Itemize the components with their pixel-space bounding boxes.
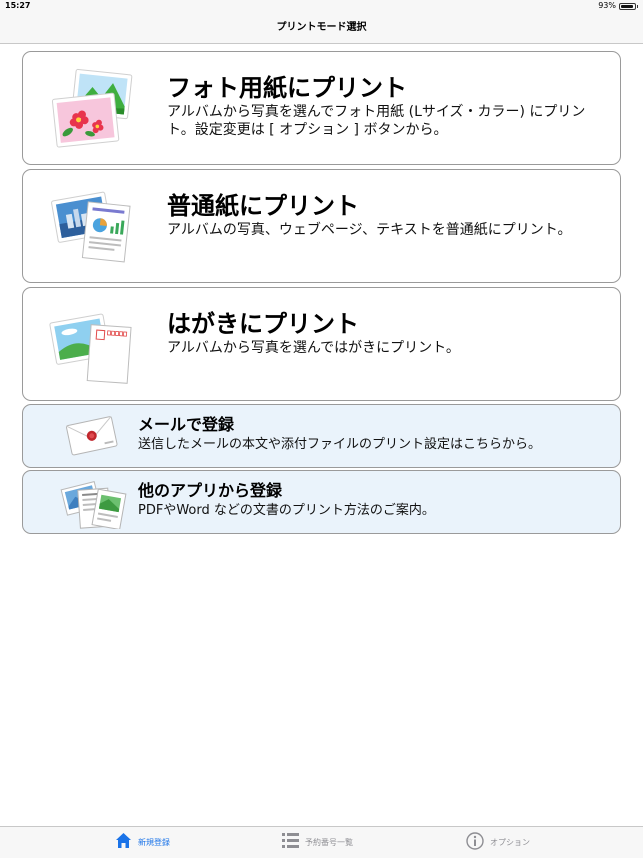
photo-paper-print-button[interactable]: フォト用紙にプリント アルバムから写真を選んでフォト用紙 (Lサイズ・カラー) … (22, 51, 621, 165)
tab-bar: 新規登録 予約番号一覧 オプション (0, 826, 643, 858)
status-bar: 15:27 93% (0, 0, 643, 12)
card-description: アルバムから写真を選んではがきにプリント。 (167, 340, 460, 356)
card-title: 他のアプリから登録 (138, 481, 283, 500)
tab-label: 予約番号一覧 (305, 838, 353, 847)
documents-icon (55, 477, 129, 531)
info-icon (466, 831, 484, 854)
card-title: はがきにプリント (167, 310, 359, 338)
card-description: PDFやWord などの文書のプリント方法のご案内。 (138, 503, 435, 518)
battery-tip (637, 4, 638, 8)
tab-label: 新規登録 (138, 838, 170, 847)
photo-paper-icon (49, 68, 135, 150)
battery-icon (619, 2, 636, 10)
tab-new-register[interactable]: 新規登録 (115, 827, 170, 858)
card-description: 送信したメールの本文や添付ファイルのプリント設定はこちらから。 (138, 437, 542, 452)
status-time: 15:27 (5, 1, 31, 10)
plain-paper-print-button[interactable]: 普通紙にプリント アルバムの写真、ウェブページ、テキストを普通紙にプリント。 (22, 169, 621, 283)
mail-envelope-icon (55, 411, 129, 463)
tab-label: オプション (490, 838, 530, 847)
battery-percentage: 93% (598, 1, 616, 10)
battery-fill (621, 4, 634, 8)
tab-reservation-list[interactable]: 予約番号一覧 (282, 827, 353, 858)
card-title: フォト用紙にプリント (167, 74, 407, 102)
tab-options[interactable]: オプション (466, 827, 530, 858)
card-title: メールで登録 (138, 415, 235, 434)
plain-paper-icon (49, 186, 135, 268)
postcard-icon (49, 304, 135, 386)
card-description: アルバムの写真、ウェブページ、テキストを普通紙にプリント。 (167, 222, 572, 238)
navigation-bar: プリントモード選択 (0, 12, 643, 44)
list-icon (282, 832, 299, 853)
postcard-print-button[interactable]: はがきにプリント アルバムから写真を選んではがきにプリント。 (22, 287, 621, 401)
card-title: 普通紙にプリント (167, 192, 359, 220)
card-description: アルバムから写真を選んでフォト用紙 (Lサイズ・カラー) にプリント。設定変更は… (167, 104, 586, 138)
home-icon (115, 832, 132, 853)
page-title: プリントモード選択 (276, 22, 367, 33)
other-apps-register-button[interactable]: 他のアプリから登録 PDFやWord などの文書のプリント方法のご案内。 (22, 470, 621, 534)
status-right: 93% (598, 0, 638, 12)
mail-register-button[interactable]: メールで登録 送信したメールの本文や添付ファイルのプリント設定はこちらから。 (22, 404, 621, 468)
